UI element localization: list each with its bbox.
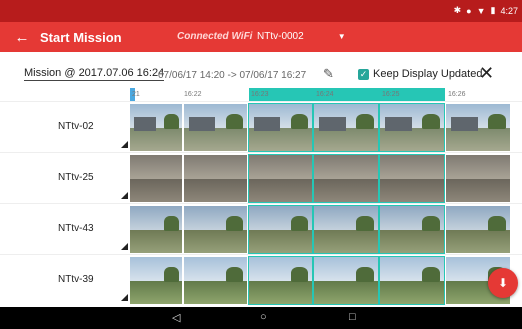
keep-display-checkbox[interactable]: ✓: [358, 68, 369, 80]
camera-row: NTtv-43: [0, 203, 522, 254]
camera-row: NTtv-02: [0, 101, 522, 152]
nav-home-button[interactable]: ○: [260, 311, 267, 323]
camera-thumbnail[interactable]: [313, 205, 379, 254]
camera-thumbnail[interactable]: [379, 154, 445, 203]
camera-thumbnail[interactable]: [130, 257, 182, 304]
keep-display-label: Keep Display Updated: [373, 68, 483, 80]
download-button[interactable]: ⬇: [488, 268, 518, 298]
row-expand-icon[interactable]: [121, 294, 128, 301]
keep-display-toggle[interactable]: ✓ Keep Display Updated: [358, 68, 482, 80]
status-icons: ✱ ● ▼ ▮ 4:27: [454, 5, 518, 16]
camera-thumbnail[interactable]: [248, 205, 313, 254]
close-icon[interactable]: ✕: [479, 63, 494, 84]
wifi-select[interactable]: NTtv-0002 ▼: [257, 31, 346, 42]
camera-thumbnail[interactable]: [313, 256, 379, 305]
camera-thumbnail[interactable]: [184, 104, 247, 151]
camera-thumbnail[interactable]: [184, 155, 247, 202]
camera-thumbnail[interactable]: [446, 155, 510, 202]
timeline-tick: 16:23: [251, 91, 269, 98]
status-bar: ✱ ● ▼ ▮ 4:27: [0, 0, 522, 22]
camera-thumbnail[interactable]: [313, 103, 379, 152]
edit-pencil-icon[interactable]: ✎: [323, 66, 334, 82]
dropdown-arrow-icon: ▼: [337, 32, 346, 41]
app-bar: ← Start Mission Connected WiFi NTtv-0002…: [0, 22, 522, 52]
camera-thumbnail[interactable]: [313, 154, 379, 203]
camera-row: NTtv-25: [0, 152, 522, 203]
camera-thumbnail[interactable]: [446, 104, 510, 151]
camera-thumbnail[interactable]: [184, 257, 247, 304]
row-expand-icon[interactable]: [121, 192, 128, 199]
back-arrow-icon[interactable]: ←: [8, 22, 36, 52]
camera-thumbnail[interactable]: [130, 104, 182, 151]
camera-row-label: NTtv-02: [58, 121, 94, 132]
timeline-tick: 21: [132, 91, 140, 98]
camera-thumbnail[interactable]: [379, 256, 445, 305]
camera-thumbnail[interactable]: [248, 256, 313, 305]
camera-thumbnail[interactable]: [130, 206, 182, 253]
connected-wifi-label: Connected WiFi: [177, 31, 253, 42]
timeline-tick: 16:25: [382, 91, 400, 98]
camera-thumbnail[interactable]: [379, 205, 445, 254]
timeline-tick: 16:24: [316, 91, 334, 98]
bluetooth-icon: ✱: [453, 5, 462, 15]
camera-thumbnail[interactable]: [184, 206, 247, 253]
timeline-bar[interactable]: 21 16:22 16:23 16:24 16:25 16:26: [130, 88, 522, 101]
camera-thumbnail[interactable]: [248, 103, 313, 152]
mission-name-field[interactable]: Mission @ 2017.07.06 16:24: [24, 67, 165, 81]
status-time: 4:27: [500, 5, 518, 16]
system-nav-bar: ◁ ○ □: [0, 307, 522, 329]
camera-row: NTtv-39: [0, 254, 522, 305]
camera-thumbnail[interactable]: [248, 154, 313, 203]
camera-grid: NTtv-02 NTtv-25 NTtv-43 NTtv-39: [0, 101, 522, 305]
page-title: Start Mission: [40, 29, 122, 45]
camera-row-label: NTtv-43: [58, 223, 94, 234]
row-expand-icon[interactable]: [121, 243, 128, 250]
battery-icon: ▮: [490, 5, 496, 15]
camera-thumbnail[interactable]: [446, 206, 510, 253]
timeline-tick: 16:26: [448, 91, 466, 98]
download-icon: ⬇: [497, 276, 509, 290]
wifi-select-value: NTtv-0002: [257, 31, 304, 42]
row-expand-icon[interactable]: [121, 141, 128, 148]
nav-back-button[interactable]: ◁: [172, 311, 180, 324]
mission-time-range: 07/06/17 14:20 -> 07/06/17 16:27: [158, 70, 307, 81]
circle-icon: ●: [466, 5, 472, 16]
camera-row-label: NTtv-25: [58, 172, 94, 183]
camera-thumbnail[interactable]: [130, 155, 182, 202]
mission-row: Mission @ 2017.07.06 16:24 07/06/17 14:2…: [0, 60, 522, 88]
camera-thumbnail[interactable]: [379, 103, 445, 152]
wifi-icon: ▼: [476, 5, 486, 16]
camera-row-label: NTtv-39: [58, 274, 94, 285]
timeline-selection[interactable]: [249, 88, 445, 101]
timeline-tick: 16:22: [184, 91, 202, 98]
nav-recent-button[interactable]: □: [349, 311, 356, 323]
